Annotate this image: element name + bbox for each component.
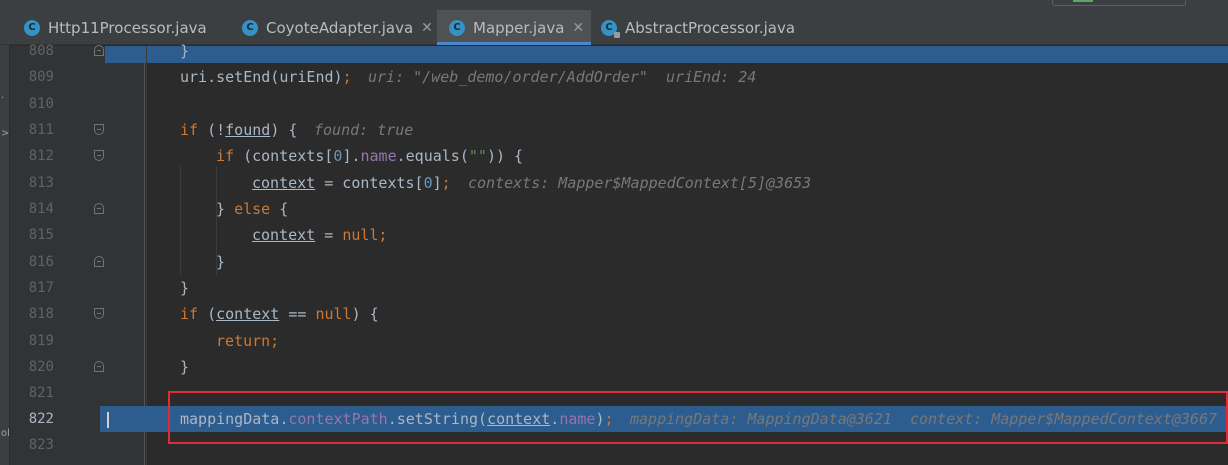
line-number: 818 — [28, 306, 54, 322]
code-line[interactable]: 811 if (!found) { found: true — [10, 117, 1228, 143]
class-locked-icon: C — [601, 19, 620, 38]
top-strip — [0, 0, 1228, 10]
code-line[interactable]: 813 context = contexts[0]; contexts: Map… — [10, 170, 1228, 196]
code-line[interactable]: 817 } — [10, 275, 1228, 301]
left-strip-mark: . — [1, 90, 5, 101]
tab-label: AbstractProcessor.java — [625, 18, 796, 37]
code-line[interactable]: 810 — [10, 91, 1228, 117]
line-number: 814 — [28, 201, 54, 217]
code-line[interactable]: 815 context = null; — [10, 222, 1228, 248]
fold-marker-icon[interactable] — [94, 150, 104, 161]
inline-debug-value: uri: "/web_demo/order/AddOrder" uriEnd: … — [368, 68, 757, 86]
annotation-highlight-box — [168, 391, 1228, 444]
left-strip-mark: ol — [1, 428, 10, 439]
run-config-widget[interactable] — [1052, 0, 1186, 6]
line-number: 821 — [28, 385, 54, 401]
line-number: 809 — [28, 69, 54, 85]
line-number: 815 — [28, 227, 54, 243]
code-text: } else { — [216, 200, 289, 218]
code-text: if (contexts[0].name.equals("")) { — [216, 147, 524, 165]
class-icon: C — [242, 19, 258, 36]
code-text: if (context == null) { — [180, 305, 379, 323]
code-line[interactable]: 809 uri.setEnd(uriEnd); uri: "/web_demo/… — [10, 64, 1228, 90]
code-text: } — [216, 253, 226, 271]
code-line[interactable]: 812 if (contexts[0].name.equals("")) { — [10, 143, 1228, 169]
line-number: 819 — [28, 333, 54, 349]
fold-marker-icon[interactable] — [94, 308, 104, 319]
code-line[interactable]: 820 } — [10, 354, 1228, 380]
tab-label: Http11Processor.java — [48, 18, 207, 37]
fold-marker-icon[interactable] — [94, 361, 104, 372]
code-text: uri.setEnd(uriEnd); — [180, 68, 352, 86]
line-number: 812 — [28, 148, 54, 164]
line-number: 817 — [28, 280, 54, 296]
tab-label: Mapper.java — [473, 18, 565, 37]
code-line[interactable]: 816 } — [10, 249, 1228, 275]
left-tool-strip: . > ol — [0, 10, 10, 465]
class-icon: C — [24, 19, 40, 36]
line-number: 820 — [28, 359, 54, 375]
left-strip-mark[interactable]: > — [1, 128, 9, 139]
code-line[interactable]: 819 return; — [10, 328, 1228, 354]
inline-debug-value: found: true — [314, 121, 414, 139]
status-indicator — [1073, 0, 1093, 2]
code-line[interactable]: 818 if (context == null) { — [10, 301, 1228, 327]
line-number: 811 — [28, 122, 54, 138]
text-caret — [107, 412, 109, 428]
code-editor[interactable]: 808 } 809 uri.setEnd(uriEnd); uri: "/web… — [10, 42, 1228, 465]
line-number: 823 — [28, 437, 54, 453]
code-text: context = contexts[0]; — [252, 174, 451, 192]
tab-label: CoyoteAdapter.java — [266, 18, 414, 37]
line-number: 816 — [28, 254, 54, 270]
close-icon[interactable]: ✕ — [421, 20, 433, 36]
close-icon[interactable]: ✕ — [572, 20, 584, 36]
code-text: } — [180, 358, 190, 376]
code-line[interactable]: 814 } else { — [10, 196, 1228, 222]
fold-marker-icon[interactable] — [94, 256, 104, 267]
code-text: return; — [216, 332, 280, 350]
fold-marker-icon[interactable] — [94, 124, 104, 135]
code-text: } — [180, 42, 190, 60]
line-number: 813 — [28, 175, 54, 191]
code-text: } — [180, 279, 190, 297]
line-number: 822 — [28, 411, 54, 427]
fold-marker-icon[interactable] — [94, 45, 104, 56]
line-number: 810 — [28, 96, 54, 112]
class-icon: C — [449, 19, 465, 36]
inline-debug-value: contexts: Mapper$MappedContext[5]@3653 — [468, 174, 812, 192]
line-number: 808 — [28, 43, 54, 59]
code-line[interactable]: 808 } — [10, 38, 1228, 64]
code-text: context = null; — [252, 226, 388, 244]
code-text: if (!found) { — [180, 121, 298, 139]
fold-marker-icon[interactable] — [94, 203, 104, 214]
